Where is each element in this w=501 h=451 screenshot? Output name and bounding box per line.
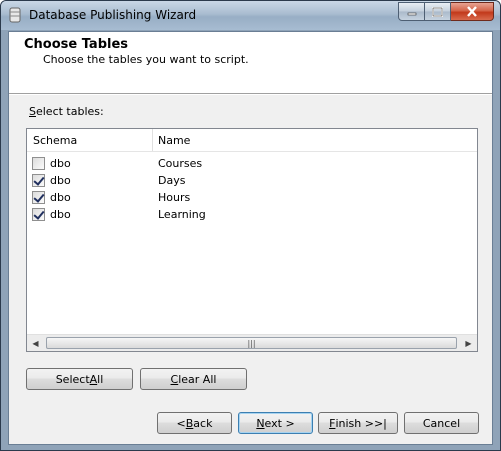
schema-cell: dbo xyxy=(50,208,71,221)
wizard-client-area: Choose Tables Choose the tables you want… xyxy=(8,31,493,445)
schema-cell: dbo xyxy=(50,191,71,204)
list-header: Schema Name xyxy=(27,129,477,152)
row-checkbox[interactable] xyxy=(32,191,45,204)
cancel-button[interactable]: Cancel xyxy=(404,412,479,434)
row-checkbox[interactable] xyxy=(32,208,45,221)
wizard-header: Choose Tables Choose the tables you want… xyxy=(9,32,492,94)
column-header-name[interactable]: Name xyxy=(158,134,190,147)
table-row[interactable]: dbo Days xyxy=(27,172,477,189)
row-checkbox[interactable] xyxy=(32,157,45,170)
tables-list[interactable]: Schema Name dbo Courses dbo Days dbo Hou… xyxy=(26,128,478,352)
header-divider xyxy=(9,94,492,95)
scroll-right-icon: ▶ xyxy=(465,338,472,348)
button-label-part: A xyxy=(89,372,98,386)
back-button[interactable]: < Back xyxy=(157,412,232,434)
select-tables-label: Select tables: xyxy=(29,105,104,118)
button-label-part: < xyxy=(176,416,186,430)
caption-buttons xyxy=(398,2,494,21)
name-cell: Courses xyxy=(158,157,203,170)
name-cell: Days xyxy=(158,174,186,187)
schema-cell: dbo xyxy=(50,174,71,187)
scroll-left-button[interactable]: ◀ xyxy=(27,335,44,351)
maximize-button[interactable] xyxy=(425,2,451,21)
select-tables-label-mnemonic: S xyxy=(29,105,36,118)
select-all-button[interactable]: Select All xyxy=(26,368,133,390)
minimize-icon xyxy=(407,12,416,15)
page-title: Choose Tables xyxy=(24,37,129,52)
page-subtitle: Choose the tables you want to script. xyxy=(43,53,249,66)
wizard-window: Database Publishing Wizard Choose Tables… xyxy=(0,0,501,451)
button-label-part: lear All xyxy=(178,372,217,386)
clear-all-button[interactable]: Clear All xyxy=(140,368,247,390)
window-title: Database Publishing Wizard xyxy=(29,8,197,22)
scroll-left-icon: ◀ xyxy=(32,338,39,348)
scroll-thumb[interactable]: ||| xyxy=(46,337,457,349)
schema-cell: dbo xyxy=(50,157,71,170)
scroll-thumb-grip: ||| xyxy=(247,338,256,348)
button-label-part: ack xyxy=(193,416,213,430)
name-cell: Hours xyxy=(158,191,191,204)
close-button[interactable] xyxy=(451,2,494,21)
button-label-part: ext > xyxy=(264,416,295,430)
row-checkbox[interactable] xyxy=(32,174,45,187)
horizontal-scrollbar[interactable]: ◀ ||| ▶ xyxy=(27,334,477,351)
button-label-part: inish >>| xyxy=(335,416,387,430)
scroll-right-button[interactable]: ▶ xyxy=(460,335,477,351)
close-icon xyxy=(467,6,477,17)
column-header-schema[interactable]: Schema xyxy=(33,134,77,147)
button-label-part: ll xyxy=(97,372,104,386)
maximize-icon xyxy=(432,6,443,17)
select-tables-label-text: elect tables: xyxy=(35,105,104,118)
database-icon xyxy=(9,7,21,23)
button-label-part: N xyxy=(256,416,265,430)
name-cell: Learning xyxy=(158,208,206,221)
table-row[interactable]: dbo Learning xyxy=(27,206,477,223)
table-row[interactable]: dbo Courses xyxy=(27,155,477,172)
minimize-button[interactable] xyxy=(398,2,425,21)
column-separator[interactable] xyxy=(152,129,153,151)
table-row[interactable]: dbo Hours xyxy=(27,189,477,206)
next-button[interactable]: Next > xyxy=(238,412,313,434)
button-label-part: C xyxy=(170,372,179,386)
title-bar[interactable]: Database Publishing Wizard xyxy=(1,1,500,30)
button-label-part: Select xyxy=(55,372,90,386)
button-label-part: B xyxy=(185,416,194,430)
finish-button[interactable]: Finish >>| xyxy=(318,412,398,434)
